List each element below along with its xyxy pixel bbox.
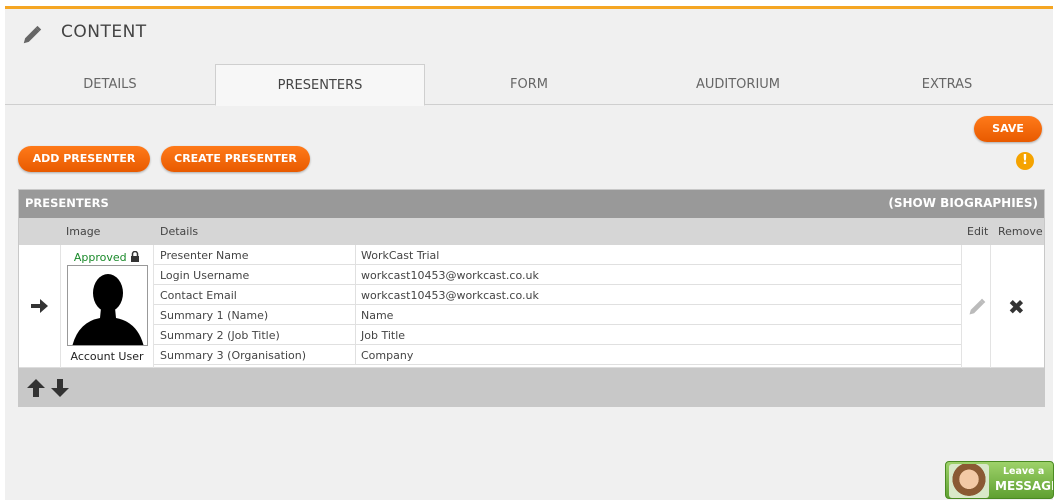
tab-details[interactable]: DETAILS <box>5 64 215 105</box>
content-header: CONTENT <box>5 9 1053 64</box>
content-panel: CONTENT DETAILS PRESENTERS FORM AUDITORI… <box>5 6 1054 500</box>
detail-value: workcast10453@workcast.co.uk <box>361 289 539 302</box>
leave-message-line2: MESSAGE <box>995 479 1054 493</box>
arrow-right-icon <box>31 299 48 313</box>
move-down-icon[interactable] <box>50 378 70 398</box>
pencil-icon <box>23 25 42 44</box>
detail-row: Contact Email workcast10453@workcast.co.… <box>154 285 961 305</box>
approved-status: Approved <box>61 250 153 264</box>
detail-row: Summary 3 (Organisation) Company <box>154 345 961 365</box>
tab-form[interactable]: FORM <box>424 64 634 105</box>
approved-label: Approved <box>73 251 127 264</box>
remove-cell: ✖ <box>991 245 1044 368</box>
page-title: CONTENT <box>61 22 147 42</box>
edit-cell[interactable] <box>961 245 991 368</box>
detail-value: Name <box>361 309 394 322</box>
remove-icon[interactable]: ✖ <box>1008 295 1025 319</box>
tab-extras[interactable]: EXTRAS <box>842 64 1052 105</box>
table-title: PRESENTERS <box>25 196 109 210</box>
support-agent-avatar <box>949 464 989 498</box>
edit-pencil-icon[interactable] <box>967 297 987 317</box>
detail-row: Presenter Name WorkCast Trial <box>154 245 961 265</box>
avatar <box>67 265 148 346</box>
table-header: PRESENTERS (SHOW BIOGRAPHIES) <box>19 190 1044 218</box>
user-silhouette-icon <box>72 274 144 345</box>
detail-value: WorkCast Trial <box>361 249 440 262</box>
detail-label: Summary 2 (Job Title) <box>160 329 280 342</box>
show-biographies-link[interactable]: (SHOW BIOGRAPHIES) <box>888 190 1038 216</box>
detail-label: Summary 1 (Name) <box>160 309 269 322</box>
create-presenter-button[interactable]: CREATE PRESENTER <box>161 146 310 172</box>
lock-icon <box>131 250 140 262</box>
detail-value: Job Title <box>361 329 406 342</box>
tab-presenters[interactable]: PRESENTERS <box>215 64 425 106</box>
add-presenter-button[interactable]: ADD PRESENTER <box>18 146 150 172</box>
presenters-table: PRESENTERS (SHOW BIOGRAPHIES) Image Deta… <box>18 189 1045 407</box>
table-row: Approved Account User Presenter Name Wor… <box>19 245 1044 368</box>
column-headers: Image Details Edit Remove <box>19 218 1044 245</box>
drag-cell[interactable] <box>19 245 61 368</box>
detail-label: Presenter Name <box>160 249 249 262</box>
save-button[interactable]: SAVE <box>974 116 1042 142</box>
detail-label: Login Username <box>160 269 250 282</box>
leave-message-line1: Leave a <box>1003 466 1045 477</box>
tab-bar: DETAILS PRESENTERS FORM AUDITORIUM EXTRA… <box>5 64 1053 106</box>
column-details: Details <box>160 225 199 238</box>
column-edit: Edit <box>967 225 989 238</box>
detail-value: Company <box>361 349 414 362</box>
detail-value: workcast10453@workcast.co.uk <box>361 269 539 282</box>
move-up-icon[interactable] <box>26 378 46 398</box>
detail-row: Summary 2 (Job Title) Job Title <box>154 325 961 345</box>
account-role: Account User <box>70 350 144 363</box>
column-image: Image <box>66 225 101 238</box>
leave-message-button[interactable]: Leave a MESSAGE <box>945 461 1054 499</box>
detail-row: Summary 1 (Name) Name <box>154 305 961 325</box>
tab-auditorium[interactable]: AUDITORIUM <box>633 64 843 105</box>
image-cell: Approved Account User <box>61 245 154 368</box>
detail-row: Login Username workcast10453@workcast.co… <box>154 265 961 285</box>
detail-label: Summary 3 (Organisation) <box>160 349 307 362</box>
details-cell: Presenter Name WorkCast Trial Login User… <box>154 245 961 365</box>
detail-label: Contact Email <box>160 289 237 302</box>
table-footer <box>19 368 1044 406</box>
warning-icon[interactable]: ! <box>1016 152 1034 170</box>
column-remove: Remove <box>998 225 1043 238</box>
